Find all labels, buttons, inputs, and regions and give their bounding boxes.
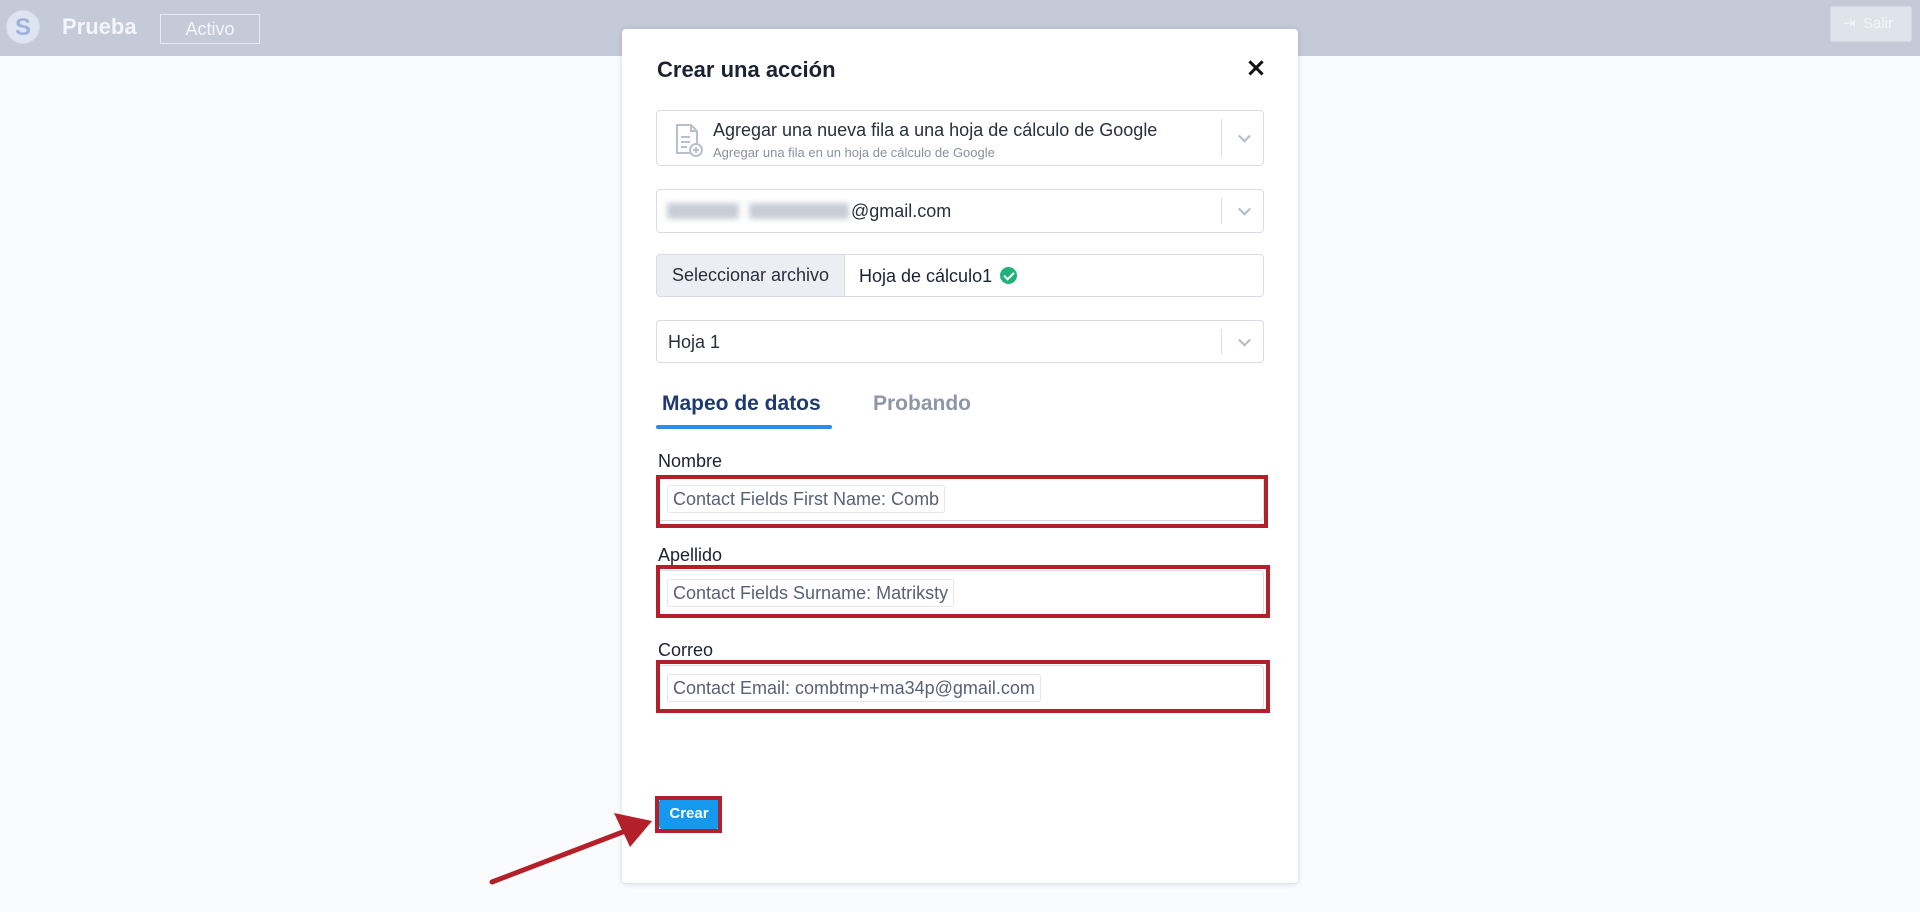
spreadsheet-add-icon	[676, 124, 703, 157]
surname-field[interactable]: Contact Fields Surname: Matriksty	[656, 570, 1264, 615]
tab-testing[interactable]: Probando	[873, 392, 971, 416]
email-field[interactable]: Contact Email: combtmp+ma34p@gmail.com	[656, 665, 1264, 710]
account-email: @gmail.com	[851, 201, 952, 221]
app-logo: S	[6, 10, 40, 44]
select-file-button[interactable]: Seleccionar archivo	[657, 255, 845, 296]
close-icon[interactable]: ×	[1242, 55, 1270, 83]
create-action-modal: Crear una acción × Agregar una nueva fil…	[622, 29, 1298, 883]
app-title: Prueba	[62, 14, 137, 39]
sheet-value: Hoja 1	[668, 332, 721, 352]
tab-data-mapping[interactable]: Mapeo de datos	[662, 392, 821, 416]
mapped-token[interactable]: Contact Fields First Name: Comb	[667, 485, 946, 513]
mapped-token[interactable]: Contact Fields Surname: Matriksty	[667, 579, 955, 607]
action-subtitle: Agregar una fila en un hoja de cálculo d…	[713, 145, 995, 160]
sheet-select[interactable]: Hoja 1	[656, 320, 1264, 363]
modal-title: Crear una acción	[657, 57, 836, 82]
create-button[interactable]: Crear	[659, 799, 719, 829]
chevron-down-icon	[1238, 129, 1251, 143]
logout-label: Salir	[1863, 15, 1894, 32]
action-select[interactable]: Agregar una nueva fila a una hoja de cál…	[656, 110, 1264, 166]
file-picker: Seleccionar archivo Hoja de cálculo1	[656, 254, 1264, 297]
file-name: Hoja de cálculo1	[859, 266, 993, 286]
mapped-token[interactable]: Contact Email: combtmp+ma34p@gmail.com	[667, 674, 1041, 702]
active-tab-indicator	[656, 425, 832, 429]
field-label-email: Correo	[658, 640, 714, 660]
status-button[interactable]: Activo	[160, 14, 260, 44]
logout-button[interactable]: ⇥ Salir	[1830, 6, 1912, 42]
chevron-down-icon	[1238, 333, 1251, 347]
first-name-field[interactable]: Contact Fields First Name: Comb	[656, 476, 1264, 521]
account-select[interactable]: @gmail.com	[656, 189, 1264, 233]
action-title: Agregar una nueva fila a una hoja de cál…	[713, 120, 1158, 140]
logout-icon: ⇥	[1843, 15, 1856, 32]
field-label-first-name: Nombre	[658, 451, 723, 471]
redacted-text	[749, 203, 849, 219]
field-label-surname: Apellido	[658, 545, 723, 565]
redacted-text	[667, 203, 739, 219]
check-circle-icon	[1000, 267, 1017, 284]
chevron-down-icon	[1238, 202, 1251, 216]
